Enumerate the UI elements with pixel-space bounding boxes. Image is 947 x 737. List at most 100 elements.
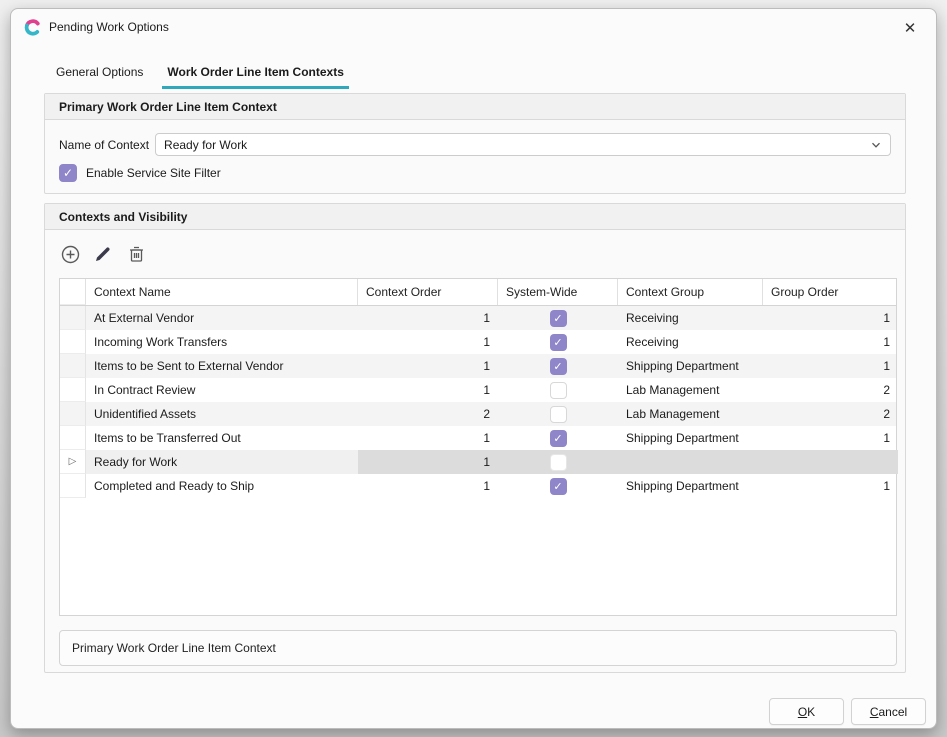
pending-work-options-dialog: Pending Work Options ✕ General Options W… bbox=[10, 8, 937, 729]
table-row[interactable]: In Contract Review 1 Lab Management 2 bbox=[60, 378, 896, 402]
name-of-context-label: Name of Context bbox=[59, 138, 149, 152]
cell-context-name: Items to be Sent to External Vendor bbox=[86, 354, 358, 378]
cell-system-wide bbox=[498, 450, 618, 474]
table-row[interactable]: Incoming Work Transfers 1 ✓ Receiving 1 bbox=[60, 330, 896, 354]
cell-system-wide bbox=[498, 378, 618, 402]
delete-context-button[interactable] bbox=[126, 244, 146, 264]
grid-footer-box: Primary Work Order Line Item Context bbox=[59, 630, 897, 666]
system-wide-checkbox-icon[interactable]: ✓ bbox=[550, 334, 567, 351]
grid-toolbar bbox=[60, 244, 146, 264]
column-header-group-order[interactable]: Group Order bbox=[763, 279, 898, 305]
trash-icon bbox=[128, 245, 145, 263]
cell-context-name: Ready for Work bbox=[86, 450, 358, 474]
cell-group-order: 1 bbox=[763, 330, 898, 354]
system-wide-checkbox-icon[interactable]: ✓ bbox=[550, 358, 567, 375]
table-row[interactable]: Completed and Ready to Ship 1 ✓ Shipping… bbox=[60, 474, 896, 498]
cell-context-group: Shipping Department bbox=[618, 474, 763, 498]
table-header-row: Context Name Context Order System-Wide C… bbox=[60, 279, 896, 306]
cell-system-wide: ✓ bbox=[498, 330, 618, 354]
system-wide-checkbox-icon[interactable]: ✓ bbox=[550, 478, 567, 495]
add-context-button[interactable] bbox=[60, 244, 80, 264]
enable-service-site-filter-checkbox[interactable]: ✓ Enable Service Site Filter bbox=[59, 164, 221, 182]
cell-context-order: 2 bbox=[358, 402, 498, 426]
name-of-context-value: Ready for Work bbox=[164, 138, 870, 152]
row-indicator-cell bbox=[60, 330, 86, 354]
row-indicator-cell bbox=[60, 378, 86, 402]
chevron-down-icon bbox=[870, 139, 882, 151]
cell-context-order: 1 bbox=[358, 330, 498, 354]
cell-context-group: Receiving bbox=[618, 306, 763, 330]
cell-context-order: 1 bbox=[358, 378, 498, 402]
tab-general-options[interactable]: General Options bbox=[51, 59, 148, 89]
name-of-context-combobox[interactable]: Ready for Work bbox=[155, 133, 891, 156]
cell-group-order: 1 bbox=[763, 474, 898, 498]
system-wide-checkbox-icon[interactable]: ✓ bbox=[550, 430, 567, 447]
system-wide-checkbox-icon[interactable] bbox=[550, 382, 567, 399]
cell-group-order: 2 bbox=[763, 378, 898, 402]
cancel-button[interactable]: Cancel bbox=[851, 698, 926, 725]
table-body: At External Vendor 1 ✓ Receiving 1 Incom… bbox=[60, 306, 896, 498]
current-row-arrow-icon: ▷ bbox=[69, 456, 77, 467]
row-indicator-cell bbox=[60, 354, 86, 378]
column-header-context-group[interactable]: Context Group bbox=[618, 279, 763, 305]
cell-group-order: 1 bbox=[763, 306, 898, 330]
row-indicator-cell bbox=[60, 306, 86, 330]
row-indicator-cell bbox=[60, 402, 86, 426]
title-bar: Pending Work Options ✕ bbox=[11, 9, 936, 45]
cell-context-group: Lab Management bbox=[618, 378, 763, 402]
cell-group-order: 1 bbox=[763, 426, 898, 450]
close-icon[interactable]: ✕ bbox=[900, 18, 920, 38]
cell-context-name: In Contract Review bbox=[86, 378, 358, 402]
cell-context-order: 1 bbox=[358, 474, 498, 498]
cell-context-name: Incoming Work Transfers bbox=[86, 330, 358, 354]
system-wide-checkbox-icon[interactable] bbox=[550, 406, 567, 423]
row-indicator-cell bbox=[60, 474, 86, 498]
cell-context-group: Lab Management bbox=[618, 402, 763, 426]
cell-system-wide: ✓ bbox=[498, 306, 618, 330]
primary-context-groupbox: Primary Work Order Line Item Context Nam… bbox=[44, 93, 906, 194]
cell-group-order: 1 bbox=[763, 354, 898, 378]
system-wide-checkbox-icon[interactable]: ✓ bbox=[550, 310, 567, 327]
cell-context-group: Shipping Department bbox=[618, 426, 763, 450]
table-row[interactable]: Unidentified Assets 2 Lab Management 2 bbox=[60, 402, 896, 426]
row-indicator-cell bbox=[60, 426, 86, 450]
cell-group-order: 2 bbox=[763, 402, 898, 426]
cell-context-order: 1 bbox=[358, 306, 498, 330]
column-header-context-order[interactable]: Context Order bbox=[358, 279, 498, 305]
enable-service-site-filter-label: Enable Service Site Filter bbox=[86, 166, 221, 180]
cell-context-group: Receiving bbox=[618, 330, 763, 354]
cell-context-group: Shipping Department bbox=[618, 354, 763, 378]
cell-context-order: 1 bbox=[358, 354, 498, 378]
cell-system-wide bbox=[498, 402, 618, 426]
cell-context-order: 1 bbox=[358, 426, 498, 450]
pencil-icon bbox=[94, 245, 112, 263]
table-row[interactable]: ▷ Ready for Work 1 bbox=[60, 450, 896, 474]
cell-system-wide: ✓ bbox=[498, 474, 618, 498]
tab-work-order-line-item-contexts[interactable]: Work Order Line Item Contexts bbox=[162, 59, 348, 89]
edit-context-button[interactable] bbox=[93, 244, 113, 264]
table-row[interactable]: At External Vendor 1 ✓ Receiving 1 bbox=[60, 306, 896, 330]
table-row[interactable]: Items to be Transferred Out 1 ✓ Shipping… bbox=[60, 426, 896, 450]
cell-system-wide: ✓ bbox=[498, 354, 618, 378]
contexts-visibility-group-title: Contexts and Visibility bbox=[45, 204, 905, 230]
table-row[interactable]: Items to be Sent to External Vendor 1 ✓ … bbox=[60, 354, 896, 378]
window-title: Pending Work Options bbox=[49, 20, 169, 34]
contexts-table: Context Name Context Order System-Wide C… bbox=[59, 278, 897, 616]
cell-context-group bbox=[618, 450, 763, 474]
cell-group-order bbox=[763, 450, 898, 474]
contexts-visibility-groupbox: Contexts and Visibility bbox=[44, 203, 906, 673]
column-header-context-name[interactable]: Context Name bbox=[86, 279, 358, 305]
cell-context-name: Completed and Ready to Ship bbox=[86, 474, 358, 498]
grid-footer-text: Primary Work Order Line Item Context bbox=[72, 641, 276, 655]
tab-strip: General Options Work Order Line Item Con… bbox=[51, 59, 349, 89]
add-circle-icon bbox=[61, 245, 80, 264]
checkbox-checked-icon: ✓ bbox=[59, 164, 77, 182]
cell-context-name: At External Vendor bbox=[86, 306, 358, 330]
cell-context-order: 1 bbox=[358, 450, 498, 474]
ok-button[interactable]: OK bbox=[769, 698, 844, 725]
cell-context-name: Unidentified Assets bbox=[86, 402, 358, 426]
row-indicator-header bbox=[60, 279, 86, 305]
column-header-system-wide[interactable]: System-Wide bbox=[498, 279, 618, 305]
row-indicator-cell: ▷ bbox=[60, 450, 86, 474]
system-wide-checkbox-icon[interactable] bbox=[550, 454, 567, 471]
